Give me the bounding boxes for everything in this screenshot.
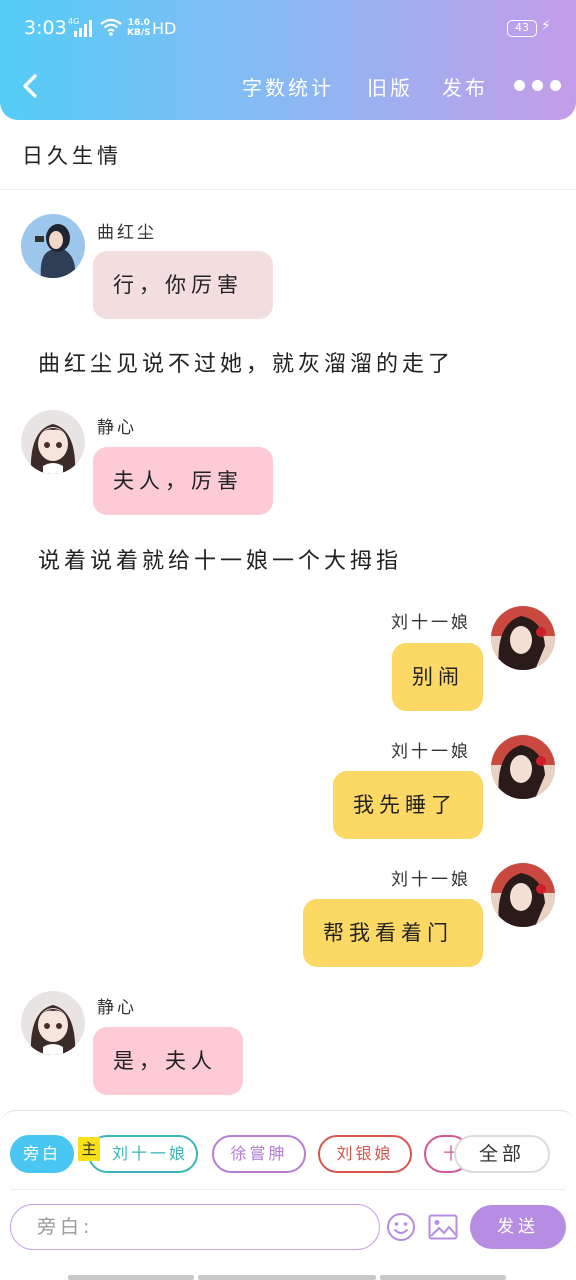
old-version-button[interactable]: 旧版: [367, 72, 413, 101]
hd-indicator: HD: [152, 19, 177, 38]
app-header: 3:03 4G 16.0 KB/S HD 43 ⚡ 字数统计 旧版 发布: [0, 0, 576, 120]
chat-bubble[interactable]: 别闹: [392, 643, 483, 711]
role-chip-liu-yin-niang[interactable]: 刘银娘: [318, 1135, 412, 1173]
chat-bubble[interactable]: 我先睡了: [333, 771, 483, 839]
role-chip-liu-shiyi-niang[interactable]: 刘十一娘: [88, 1135, 198, 1173]
chat-bubble[interactable]: 夫人，厉害: [93, 447, 273, 515]
emoji-icon[interactable]: [386, 1212, 416, 1242]
avatar[interactable]: [491, 863, 555, 927]
back-arrow-icon[interactable]: [18, 70, 44, 102]
network-speed: 16.0 KB/S: [127, 18, 151, 38]
chat-bubble[interactable]: 是，夫人: [93, 1027, 243, 1095]
nav-bar-segment: [198, 1275, 376, 1280]
character-name: 刘十一娘: [391, 742, 471, 762]
battery-icon: 43: [507, 20, 537, 37]
avatar[interactable]: [491, 606, 555, 670]
more-dots-icon[interactable]: [514, 80, 562, 92]
signal-icon: 4G: [68, 17, 94, 37]
character-name: 刘十一娘: [391, 613, 471, 633]
publish-button[interactable]: 发布: [442, 72, 488, 101]
character-name: 静心: [97, 998, 137, 1018]
title-divider: [0, 189, 576, 190]
nav-bar-segment: [380, 1275, 506, 1280]
narration-text[interactable]: 说着说着就给十一娘一个大拇指: [38, 543, 402, 575]
role-chip-xu[interactable]: 徐嘗胂: [212, 1135, 306, 1173]
avatar[interactable]: [21, 410, 85, 474]
chat-bubble[interactable]: 行，你厉害: [93, 251, 273, 319]
image-icon[interactable]: [428, 1214, 458, 1240]
character-name: 静心: [97, 418, 137, 438]
story-title: 日久生情: [22, 144, 122, 168]
charging-icon: ⚡: [541, 18, 551, 34]
chat-bubble[interactable]: 帮我看着门: [303, 899, 483, 967]
all-roles-button[interactable]: 全部: [454, 1135, 550, 1173]
narration-text[interactable]: 曲红尘见说不过她，就灰溜溜的走了: [38, 346, 454, 378]
composer-divider: [10, 1189, 566, 1190]
network-type: 4G: [68, 17, 80, 26]
character-name: 刘十一娘: [391, 870, 471, 890]
avatar[interactable]: [491, 735, 555, 799]
character-name: 曲红尘: [97, 223, 157, 243]
status-bar: 3:03 4G 16.0 KB/S HD 43 ⚡: [0, 0, 576, 58]
main-role-badge: 主: [78, 1137, 100, 1161]
send-button[interactable]: 发送: [470, 1205, 566, 1249]
word-count-button[interactable]: 字数统计: [242, 72, 334, 101]
wifi-icon: [100, 18, 122, 36]
nav-bar-segment: [68, 1275, 194, 1280]
status-time: 3:03: [24, 17, 67, 39]
avatar[interactable]: [21, 214, 85, 278]
message-input[interactable]: [10, 1204, 380, 1250]
role-chip-narrator[interactable]: 旁白: [10, 1135, 74, 1173]
avatar[interactable]: [21, 991, 85, 1055]
